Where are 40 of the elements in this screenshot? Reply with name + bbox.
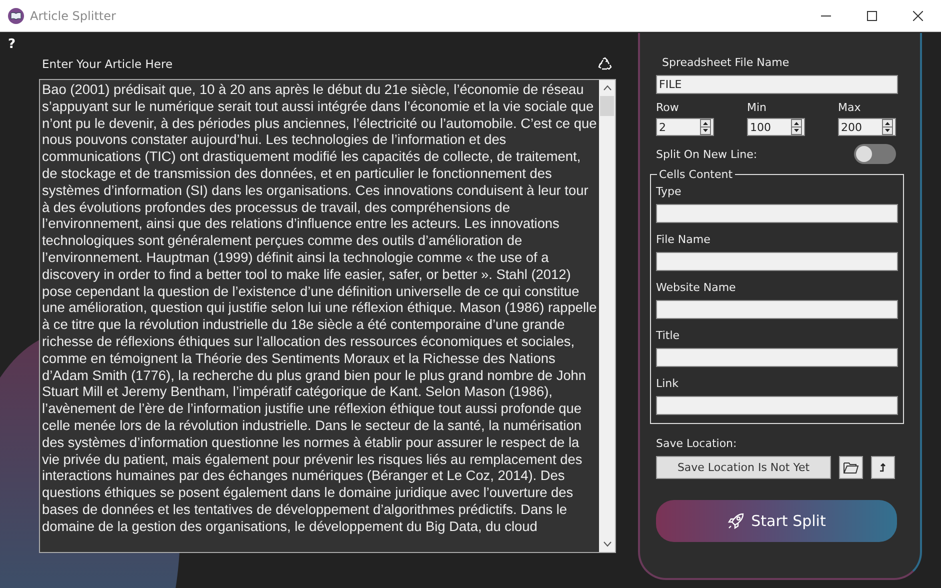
field-label: Link [656,377,680,390]
field-label: Website Name [656,281,737,294]
book-icon [8,8,24,24]
rocket-icon [727,512,746,530]
save-location-button[interactable]: Save Location Is Not Yet [656,456,831,479]
field-label: File Name [656,233,712,246]
group-title: Cells Content [657,168,735,181]
file-name-field[interactable]: FILE [656,75,898,94]
text-field[interactable] [656,348,898,367]
number-spinner[interactable]: 100 [747,118,805,136]
toggle-label: Split On New Line: [656,148,758,160]
save-location-label: Save Location: [656,437,738,450]
recycle-icon[interactable] [598,57,612,71]
spinner-label: Max [838,101,862,114]
spin-arrows-icon[interactable] [882,119,893,135]
article-text-area[interactable]: Bao (2001) prédisait que, 10 à 20 ans après le début du 21e siècle, l’économie de réseau s’appuyant sur le numérique serait tout aussi intégrée dans l’économie et la vie sociale que n’ont pu le devenir, à des périodes plus anciennes, l’électricité ou l’automobile. C’est ce que nous pouvons constater aujourd’hui. Les technologies de l’information et des communications (TIC) ont drastiquement modifié les capacités de collecte, de traitement, de stockage et de transmission des données, et en particulier le fonctionnement des systèmes d’information (SI) dans les organisations. Ces innovations conduisent à leur tour à des évolutions profondes des processus de travail, des compréhensions de l’environnement, ainsi que des relations d’influence entre les acteurs. Les innovations technologiques sont généralement perçues comme des outils d’amélioration de l’environnement. Hauptman (1999) définit ainsi la technologie comme « the use of a discovery in order to find a better tool to make life easier, safer, or better ». Stahl (2012) pose cependant la question de l’existence d’une définition universelle de ce qui constitue une amélioration, question qui justifie selon lui une réflexion éthique. Mason (1986) rappelle à ce titre que la révolution industrielle du 18e siècle a été contemporaine d’une grande richesse de réflexions éthiques sur l’allocation des ressources économiques et sociales, comme en témoignent la Théorie des Sentiments Moraux et la Richesse des Nations d’Adam Smith (1776), la recherche du plus grand bien pour le plus grand nombre de John Stuart Mill et Jeremy Bentham, l’impératif catégorique de Kant. Selon Mason (1986), l’avènement de l’ère de l’information justifie une réflexion éthique tout aussi profonde que celle menée lors de la révolution industrielle. Dans le secteur de la santé, la numérisation des systèmes d’information questionne les normes à établir pour assurer le respect de la vie privée du patient, mais également pour prévenir les risques liés au remplacement des interactions humaines par des échanges numériques (Béranger et Le Coz, 2014). Des questions éthiques se posent également dans le domaine juridique avec l’ouverture des bases de données et les tentatives de développement d’algorithmes prédictifs. Dans le domaine de la gestion des organisations, le développement du Big Data, du cloud [39,79,616,553]
field-label: Spreadsheet File Name [662,56,790,69]
start-split-button[interactable]: Start Split [656,500,897,542]
folder-icon [843,461,859,474]
scrollbar[interactable] [599,80,615,552]
field-label: Title [656,329,681,342]
spin-arrows-icon[interactable] [791,119,802,135]
text-field[interactable] [656,300,898,319]
spinner-label: Min [747,101,768,114]
text-field[interactable] [656,396,898,415]
toggle-switch[interactable] [854,144,896,164]
text-field[interactable] [656,252,898,271]
spinner-label: Row [656,101,680,114]
scroll-thumb[interactable] [600,96,614,116]
folder-button[interactable] [839,456,863,479]
help-button[interactable]: ? [8,37,608,51]
number-spinner[interactable]: 200 [838,118,896,136]
reset-button[interactable] [871,456,895,479]
window-title: Article Splitter [30,8,116,22]
text-field[interactable] [656,204,898,223]
arrow-icon [879,463,887,472]
article-label: Enter Your Article Here [42,57,173,71]
field-label: Type [656,185,682,198]
spin-arrows-icon[interactable] [700,119,711,135]
number-spinner[interactable]: 2 [656,118,714,136]
